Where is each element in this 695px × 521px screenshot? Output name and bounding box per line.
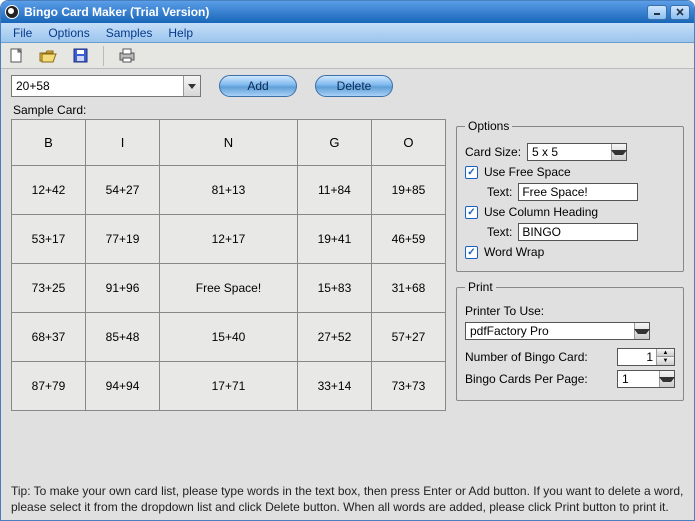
printer-label: Printer To Use:: [465, 304, 544, 318]
cell: 15+40: [160, 313, 298, 362]
menu-help[interactable]: Help: [160, 24, 201, 42]
num-cards-value[interactable]: [618, 349, 656, 365]
chevron-down-icon[interactable]: [659, 371, 674, 387]
cell: 53+17: [12, 215, 86, 264]
cell: 12+42: [12, 166, 86, 215]
cell: 77+19: [86, 215, 160, 264]
spin-down-icon[interactable]: ▼: [657, 357, 674, 365]
col-heading-checkbox[interactable]: ✓: [465, 206, 478, 219]
cell: 73+25: [12, 264, 86, 313]
num-cards-label: Number of Bingo Card:: [465, 350, 588, 364]
col-header: B: [12, 120, 86, 166]
bingo-grid: B I N G O 12+4254+2781+1311+8419+85 53+1…: [11, 119, 446, 411]
cell: 19+41: [297, 215, 371, 264]
print-legend: Print: [465, 280, 496, 294]
card-size-select[interactable]: 5 x 5: [527, 143, 627, 161]
cell: 91+96: [86, 264, 160, 313]
cell: 11+84: [297, 166, 371, 215]
options-legend: Options: [465, 119, 512, 133]
free-space-checkbox[interactable]: ✓: [465, 166, 478, 179]
col-header: N: [160, 120, 298, 166]
sample-card-label: Sample Card:: [13, 103, 684, 117]
cell: 33+14: [297, 362, 371, 411]
menu-file[interactable]: File: [5, 24, 40, 42]
add-button[interactable]: Add: [219, 75, 297, 97]
card-size-label: Card Size:: [465, 145, 521, 159]
col-header: G: [297, 120, 371, 166]
free-space-label: Use Free Space: [484, 165, 571, 179]
free-text-label: Text:: [487, 185, 512, 199]
cell: 68+37: [12, 313, 86, 362]
chevron-down-icon[interactable]: [611, 144, 626, 160]
cell: 19+85: [371, 166, 445, 215]
cell: 54+27: [86, 166, 160, 215]
app-window: Bingo Card Maker (Trial Version) File Op…: [0, 0, 695, 521]
cell: 73+73: [371, 362, 445, 411]
cell: 46+59: [371, 215, 445, 264]
cell: 17+71: [160, 362, 298, 411]
word-wrap-checkbox[interactable]: ✓: [465, 246, 478, 259]
app-icon: [5, 5, 19, 19]
col-heading-label: Use Column Heading: [484, 205, 598, 219]
print-group: Print Printer To Use: pdfFactory Pro Num…: [456, 280, 684, 401]
word-entry-dropdown-icon[interactable]: [183, 76, 200, 96]
cell: Free Space!: [160, 264, 298, 313]
minimize-button[interactable]: [647, 5, 667, 20]
toolbar: [1, 43, 694, 69]
word-wrap-label: Word Wrap: [484, 245, 544, 259]
options-group: Options Card Size: 5 x 5 ✓ Use Free Spac…: [456, 119, 684, 272]
printer-select[interactable]: pdfFactory Pro: [465, 322, 650, 340]
chevron-down-icon[interactable]: [634, 323, 649, 339]
open-icon[interactable]: [39, 47, 57, 65]
word-entry-input[interactable]: [12, 77, 183, 95]
cell: 31+68: [371, 264, 445, 313]
delete-button[interactable]: Delete: [315, 75, 393, 97]
window-title: Bingo Card Maker (Trial Version): [24, 5, 209, 19]
per-page-select[interactable]: 1: [617, 370, 675, 388]
cell: 85+48: [86, 313, 160, 362]
col-header: I: [86, 120, 160, 166]
save-icon[interactable]: [71, 47, 89, 65]
client-area: Add Delete Sample Card: B I N G O 12+425…: [1, 69, 694, 521]
cell: 87+79: [12, 362, 86, 411]
free-text-input[interactable]: [518, 183, 638, 201]
cell: 81+13: [160, 166, 298, 215]
col-text-label: Text:: [487, 225, 512, 239]
cell: 12+17: [160, 215, 298, 264]
menu-samples[interactable]: Samples: [98, 24, 161, 42]
titlebar: Bingo Card Maker (Trial Version): [1, 1, 694, 23]
col-header: O: [371, 120, 445, 166]
menubar: File Options Samples Help: [1, 23, 694, 43]
new-icon[interactable]: [7, 47, 25, 65]
menu-options[interactable]: Options: [40, 24, 97, 42]
close-button[interactable]: [670, 5, 690, 20]
cell: 27+52: [297, 313, 371, 362]
num-cards-spinner[interactable]: ▲▼: [617, 348, 675, 366]
spin-up-icon[interactable]: ▲: [657, 349, 674, 357]
cell: 15+83: [297, 264, 371, 313]
cell: 94+94: [86, 362, 160, 411]
per-page-label: Bingo Cards Per Page:: [465, 372, 588, 386]
print-icon[interactable]: [118, 47, 136, 65]
cell: 57+27: [371, 313, 445, 362]
tip-text: Tip: To make your own card list, please …: [11, 483, 684, 515]
col-text-input[interactable]: [518, 223, 638, 241]
word-entry-combo[interactable]: [11, 75, 201, 97]
